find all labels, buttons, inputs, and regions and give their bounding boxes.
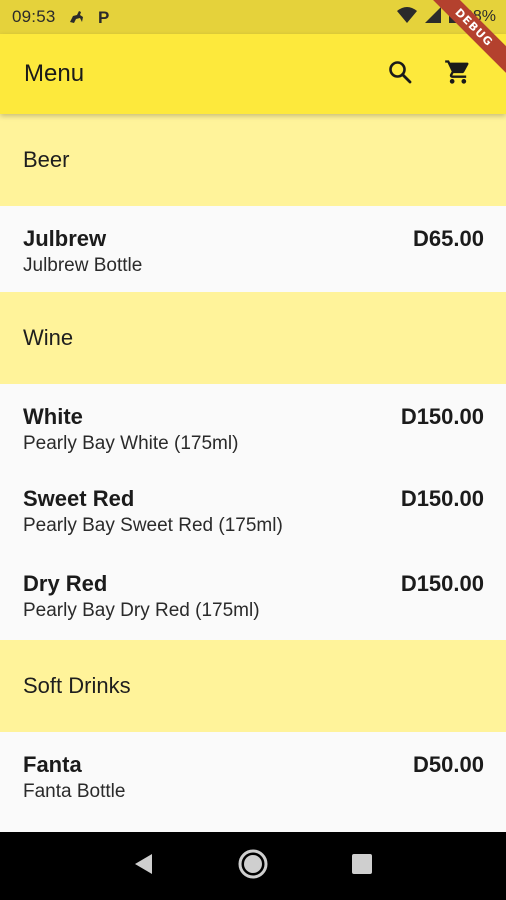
- battery-percent: 68%: [463, 8, 496, 25]
- list-item[interactable]: Fanta Fanta Bottle D50.00: [0, 732, 506, 818]
- item-description: Pearly Bay White (175ml): [23, 433, 239, 454]
- parking-icon: P: [94, 6, 116, 28]
- section-header-soft-drinks: Soft Drinks: [0, 640, 506, 732]
- back-icon: [132, 852, 156, 881]
- recents-button[interactable]: [338, 842, 386, 890]
- signal-icon: [424, 6, 442, 29]
- section-header-beer: Beer: [0, 114, 506, 206]
- list-item[interactable]: Sweet Red Pearly Bay Sweet Red (175ml) D…: [0, 470, 506, 555]
- search-icon: [387, 59, 413, 90]
- item-price: D50.00: [413, 752, 484, 777]
- horse-rider-icon: [66, 6, 88, 28]
- cart-icon: [444, 58, 472, 91]
- status-time: 09:53: [12, 7, 56, 26]
- recents-icon: [351, 853, 373, 880]
- home-icon: [237, 848, 269, 885]
- battery-icon: [448, 5, 458, 29]
- status-bar: 09:53 P 68%: [0, 0, 506, 34]
- system-nav-bar: [0, 832, 506, 900]
- home-button[interactable]: [229, 842, 277, 890]
- item-description: Pearly Bay Sweet Red (175ml): [23, 515, 283, 536]
- item-price: D150.00: [400, 571, 484, 596]
- menu-list[interactable]: Beer Julbrew Julbrew Bottle D65.00 Wine …: [0, 114, 506, 832]
- back-button[interactable]: [120, 842, 168, 890]
- item-price: D65.00: [413, 226, 484, 251]
- item-description: Fanta Bottle: [23, 781, 126, 802]
- svg-text:P: P: [98, 8, 109, 27]
- wifi-icon: [396, 6, 418, 29]
- list-item[interactable]: White Pearly Bay White (175ml) D150.00: [0, 384, 506, 470]
- page-title: Menu: [24, 60, 85, 87]
- cart-button[interactable]: [434, 50, 482, 98]
- item-description: Julbrew Bottle: [23, 255, 143, 276]
- list-item[interactable]: Julbrew Julbrew Bottle D65.00: [0, 206, 506, 292]
- app-bar: Menu: [0, 34, 506, 114]
- section-header-wine: Wine: [0, 292, 506, 384]
- item-description: Pearly Bay Dry Red (175ml): [23, 600, 260, 621]
- item-price: D150.00: [400, 486, 484, 511]
- list-item[interactable]: Dry Red Pearly Bay Dry Red (175ml) D150.…: [0, 555, 506, 640]
- search-button[interactable]: [376, 50, 424, 98]
- item-price: D150.00: [400, 404, 484, 429]
